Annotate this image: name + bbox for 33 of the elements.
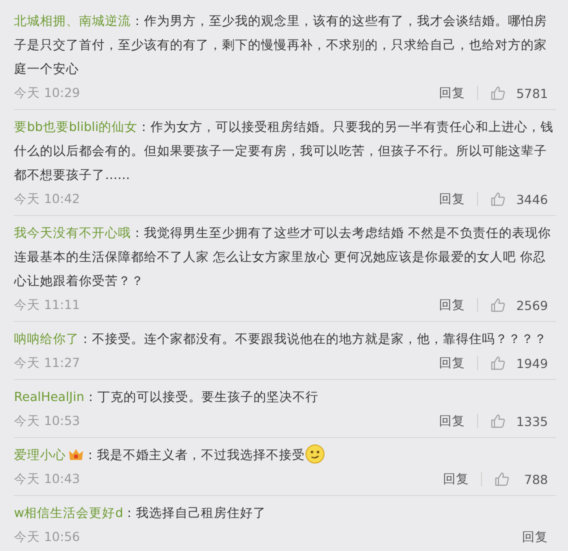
comment-time: 今天 10:43 [14,470,80,488]
like-count: 3446 [516,192,548,206]
thumbs-up-icon[interactable] [490,413,506,429]
like-count: 1335 [516,414,548,428]
comment-text: RealHealJin：丁克的可以接受。要生孩子的坚决不行 [14,388,320,406]
reply-button[interactable]: 回复 [439,354,466,372]
comment-text: 爱理小心 ：我是不婚主义者，不过我选择不接受 [14,443,556,467]
comment-time: 今天 10:42 [14,190,80,208]
like-count: 5781 [516,86,548,100]
comment-text: 北城相拥、南城逆流：作为男方，至少我的观念里，该有的这些有了，我才会谈结婚。哪怕房子是只交了首付，至少该有的有了，剩下的慢慢再补，不求别的，只求给自己，也给对方的家庭一个安心 [14,12,548,78]
reply-button[interactable]: 回复 [439,296,466,314]
thumbs-up-icon[interactable] [490,85,506,101]
thumbs-up-icon[interactable] [490,355,506,371]
like-count: 2569 [516,298,548,312]
reply-button[interactable]: 回复 [439,84,466,102]
comment-time: 今天 11:11 [14,296,80,314]
comment-text: w相信生活会更好d：我选择自己租房住好了 [14,504,268,522]
thumbs-up-icon[interactable] [494,471,510,487]
comment-text: 要bb也要blibli的仙女：作为女方，可以接受租房结婚。只要我的另一半有责任心和上进心，钱什么的以后都会有的。但如果要孩子一定要有房，我可以吃苦，但孩子不行。所以可能这辈子都不想要孩子了…… [14,118,555,184]
reply-button[interactable]: 回复 [439,190,466,208]
comment-time: 今天 11:27 [14,354,80,372]
thumbs-up-icon[interactable] [490,297,506,313]
comment-text: 呐呐给你了：不接受。连个家都没有。不要跟我说他在的地方就是家，他，靠得住吗？？？？ [14,330,548,348]
reply-button[interactable]: 回复 [439,412,466,430]
like-count: 1949 [516,356,548,370]
like-count: 788 [523,472,548,486]
comment-text: 我今天没有不开心哦：我觉得男生至少拥有了这些才可以去考虑结婚 不然是不负责任的表现你连最基本的生活保障都给不了人家 怎么让女方家里放心 更何况她应该是你最爱的女人吧 你忍心让她跟着你受苦？？ [14,224,552,290]
thumbs-up-icon[interactable] [490,191,506,207]
reply-button[interactable]: 回复 [522,528,548,546]
comment-time: 今天 10:53 [14,412,80,430]
comment-time: 今天 10:56 [14,528,80,546]
comment-time: 今天 10:29 [14,84,80,102]
reply-button[interactable]: 回复 [443,470,469,488]
